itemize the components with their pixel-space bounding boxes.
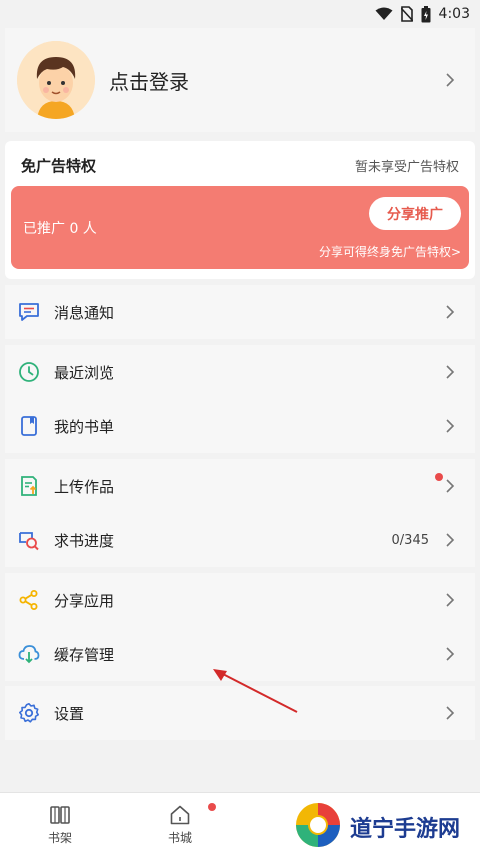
bookshelf-icon	[49, 804, 71, 826]
share-privilege-link[interactable]: 分享可得终身免广告特权>	[319, 243, 461, 260]
clock-icon	[18, 361, 40, 383]
menu-group-messages: 消息通知	[5, 285, 475, 339]
tab-bookshelf[interactable]: 书架	[30, 793, 90, 853]
menu-item-notifications[interactable]: 消息通知	[5, 285, 475, 339]
menu-label: 消息通知	[54, 303, 115, 322]
cloud-download-icon	[18, 643, 40, 665]
no-sim-icon	[400, 6, 413, 22]
share-promotion-button[interactable]: 分享推广	[369, 197, 461, 230]
wifi-icon	[375, 7, 393, 21]
chevron-right-icon	[446, 365, 455, 379]
menu-group-works: 上传作品 求书进度 0/345	[5, 459, 475, 567]
watermark-text: 道宁手游网	[350, 816, 461, 842]
promotion-banner: 已推广 0 人 分享推广 分享可得终身免广告特权>	[11, 186, 469, 269]
menu-item-upload[interactable]: 上传作品	[5, 459, 475, 513]
ad-privilege-card: 免广告特权 暂未享受广告特权 已推广 0 人 分享推广 分享可得终身免广告特权>	[5, 141, 475, 279]
share-icon	[18, 589, 40, 611]
menu-label: 最近浏览	[54, 363, 115, 382]
search-book-icon	[18, 529, 40, 551]
ad-privilege-title: 免广告特权	[21, 157, 97, 175]
chevron-right-icon	[446, 706, 455, 720]
message-icon	[18, 301, 40, 323]
promoted-count: 已推广 0 人	[23, 221, 97, 237]
new-badge-dot	[208, 803, 216, 811]
chevron-right-icon	[446, 305, 455, 319]
status-bar: 4:03	[0, 0, 480, 28]
profile-header[interactable]: 点击登录	[5, 28, 475, 132]
ad-privilege-status: 暂未享受广告特权	[354, 160, 459, 175]
tab-bookstore[interactable]: 书城	[150, 793, 216, 853]
battery-icon	[421, 5, 431, 23]
upload-doc-icon	[18, 475, 40, 497]
menu-item-booklist[interactable]: 我的书单	[5, 399, 475, 453]
watermark: 道宁手游网	[294, 800, 480, 853]
menu-label: 上传作品	[54, 477, 115, 496]
chevron-right-icon	[446, 419, 455, 433]
gear-icon	[18, 702, 40, 724]
chevron-right-icon	[446, 533, 455, 547]
menu-item-share-app[interactable]: 分享应用	[5, 573, 475, 627]
menu-label: 分享应用	[54, 591, 115, 610]
bookmark-icon	[18, 415, 40, 437]
annotation-arrow	[213, 669, 298, 713]
menu-label: 我的书单	[54, 417, 115, 436]
menu-label: 求书进度	[54, 531, 115, 550]
chevron-right-icon	[446, 593, 455, 607]
menu-group-reading: 最近浏览 我的书单	[5, 345, 475, 453]
avatar[interactable]	[17, 41, 95, 119]
home-icon	[169, 804, 191, 826]
tab-label: 书城	[167, 831, 192, 845]
menu-item-request-progress[interactable]: 求书进度 0/345	[5, 513, 475, 567]
status-time: 4:03	[438, 6, 470, 22]
login-text[interactable]: 点击登录	[109, 66, 443, 95]
chevron-right-icon	[446, 73, 455, 87]
chevron-right-icon	[446, 647, 455, 661]
tab-label: 书架	[47, 831, 72, 845]
new-badge-dot	[435, 473, 443, 481]
request-progress-value: 0/345	[391, 532, 429, 548]
menu-item-recent[interactable]: 最近浏览	[5, 345, 475, 399]
watermark-logo-icon	[294, 801, 342, 853]
chevron-right-icon	[446, 479, 455, 493]
